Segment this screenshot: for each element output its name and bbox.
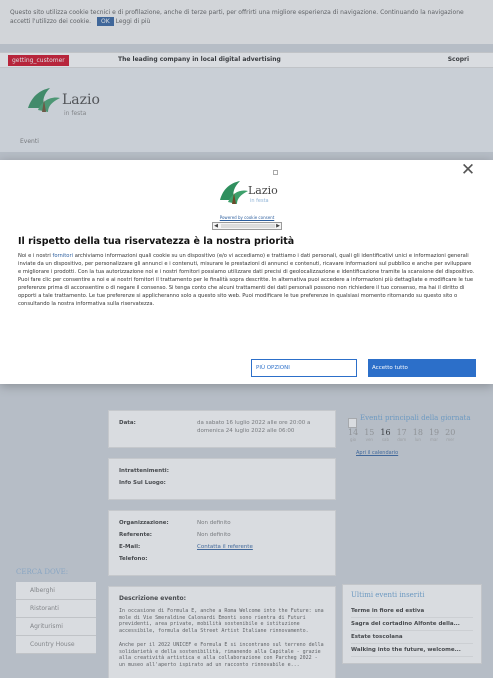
accept-all-button[interactable]: Accetto tutto <box>368 359 476 377</box>
consent-body-text: Noi e i nostri <box>18 253 53 259</box>
scroll-widget-label: Powered by cookie consent <box>219 215 275 220</box>
consent-title: Il rispetto della tua riservatezza è la … <box>18 236 295 247</box>
vendors-link[interactable]: fornitori <box>53 253 74 259</box>
horizontal-scrollbar[interactable]: ◀ ▶ <box>212 222 282 230</box>
more-options-button[interactable]: PIÙ OPZIONI <box>251 359 357 377</box>
modal-logo-word: Lazio <box>248 184 278 197</box>
scroll-thumb[interactable] <box>221 224 275 228</box>
consent-body-text: archiviamo informazioni quali cookie su … <box>18 253 475 307</box>
scroll-left-icon[interactable]: ◀ <box>213 223 219 229</box>
close-icon[interactable]: ✕ <box>458 160 478 180</box>
scroll-right-icon[interactable]: ▶ <box>275 223 281 229</box>
modal-logo-sub: in festa <box>250 198 269 204</box>
consent-body: Noi e i nostri fornitori archiviamo info… <box>18 252 476 308</box>
consent-dialog: Lazio in festa ✕ Powered by cookie conse… <box>0 160 493 384</box>
